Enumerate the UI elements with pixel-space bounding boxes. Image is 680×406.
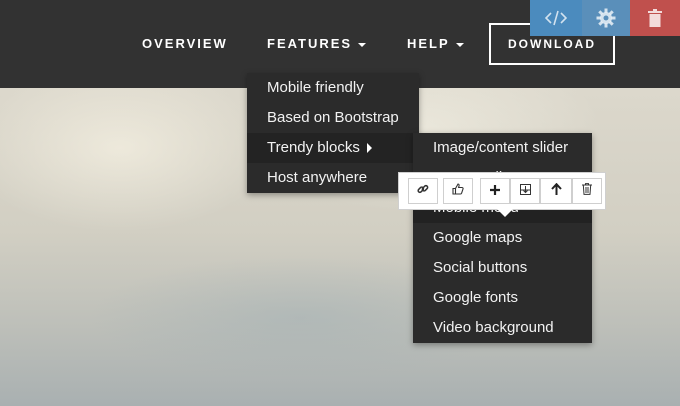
trash-icon <box>582 182 592 200</box>
menu-item-host-anywhere[interactable]: Host anywhere <box>247 163 419 193</box>
submenu-item-google-maps[interactable]: Google maps <box>413 223 592 253</box>
features-dropdown: Mobile friendly Based on Bootstrap Trend… <box>247 73 419 193</box>
insert-below-button[interactable] <box>510 178 540 204</box>
nav-features[interactable]: FEATURES <box>267 36 367 52</box>
nav-overview[interactable]: OVERVIEW <box>142 36 228 52</box>
link-icon <box>417 182 429 200</box>
menu-item-based-on-bootstrap[interactable]: Based on Bootstrap <box>247 103 419 133</box>
chevron-right-icon <box>366 143 372 154</box>
like-button[interactable] <box>443 178 473 204</box>
plus-icon <box>490 182 500 200</box>
menu-item-trendy-blocks-label: Trendy blocks <box>267 139 360 156</box>
code-editor-button[interactable] <box>530 0 582 36</box>
arrow-up-icon <box>550 182 562 200</box>
menu-item-trendy-blocks[interactable]: Trendy blocks <box>247 133 419 163</box>
nav-help-label: HELP <box>407 36 450 51</box>
delete-button[interactable] <box>572 178 602 204</box>
thumbs-up-icon <box>452 182 464 200</box>
submenu-item-video-background[interactable]: Video background <box>413 313 592 343</box>
menu-item-mobile-friendly[interactable]: Mobile friendly <box>247 73 419 103</box>
delete-block-button[interactable] <box>630 0 680 36</box>
link-button[interactable] <box>408 178 438 204</box>
move-up-button[interactable] <box>540 178 572 204</box>
add-block-button[interactable] <box>480 178 510 204</box>
submenu-item-image-slider[interactable]: Image/content slider <box>413 133 592 163</box>
trendy-blocks-submenu: Image/content slider Image gallery Mobil… <box>413 133 592 343</box>
trash-icon <box>630 0 680 36</box>
settings-button[interactable] <box>582 0 630 36</box>
caret-down-icon <box>358 42 367 47</box>
gear-icon <box>582 0 630 36</box>
submenu-item-social-buttons[interactable]: Social buttons <box>413 253 592 283</box>
nav-features-label: FEATURES <box>267 36 353 51</box>
toolbar-pointer <box>496 208 514 217</box>
submenu-item-google-fonts[interactable]: Google fonts <box>413 283 592 313</box>
insert-below-icon <box>519 182 531 200</box>
caret-down-icon <box>455 42 464 47</box>
nav-help[interactable]: HELP <box>407 36 464 52</box>
code-icon <box>530 0 582 36</box>
block-edit-toolbar <box>398 172 606 210</box>
